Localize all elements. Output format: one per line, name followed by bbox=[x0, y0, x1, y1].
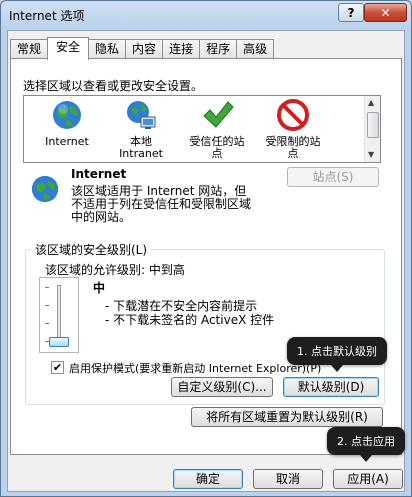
zone-label: 本地 Intranet bbox=[119, 135, 163, 160]
no-entry-icon bbox=[276, 98, 310, 132]
slider-tick bbox=[45, 287, 49, 288]
tab-strip: 常规 安全 隐私 内容 连接 程序 高级 bbox=[10, 37, 275, 60]
sites-button[interactable]: 站点(S) bbox=[287, 167, 379, 187]
annotation-step2: 2. 点击应用 bbox=[327, 427, 405, 462]
slider-tick bbox=[45, 305, 49, 306]
zone-restricted-sites[interactable]: 受限制的站 点 bbox=[252, 98, 334, 160]
close-button[interactable]: ✕ bbox=[364, 3, 407, 22]
checkmark-icon bbox=[200, 98, 234, 132]
tab-security[interactable]: 安全 bbox=[47, 37, 90, 60]
protected-mode-label: 启用保护模式(要求重新启动 Internet Explorer)(P) bbox=[69, 362, 322, 375]
ok-button[interactable]: 确定 bbox=[173, 469, 243, 489]
scroll-up-icon[interactable]: ▲ bbox=[368, 98, 374, 107]
slider-tick bbox=[45, 323, 49, 324]
tab-privacy[interactable]: 隐私 bbox=[88, 39, 127, 59]
annotation-step1: 1. 点击默认级别 bbox=[287, 337, 387, 372]
security-level-title: 该区域的安全级别(L) bbox=[31, 241, 152, 258]
allowed-levels-label: 该区域的允许级别: 中到高 bbox=[45, 263, 185, 277]
zone-list[interactable]: Internet 本地 Intranet 受信任的站 点 受限制的站 点 ▲ ▼ bbox=[23, 95, 381, 163]
intranet-globe-icon bbox=[124, 98, 158, 132]
level-name: 中 bbox=[93, 281, 106, 295]
selected-zone-globe-icon bbox=[29, 173, 61, 205]
security-level-slider-thumb[interactable] bbox=[49, 337, 69, 347]
zone-prompt: 选择区域以查看或更改安全设置。 bbox=[23, 79, 204, 93]
level-point: - 不下载未签名的 ActiveX 控件 bbox=[105, 313, 275, 327]
zone-label: 受信任的站 点 bbox=[189, 135, 245, 160]
reset-all-zones-button[interactable]: 将所有区域重置为默认级别(R) bbox=[191, 407, 383, 427]
tab-advanced[interactable]: 高级 bbox=[236, 39, 275, 59]
tab-content[interactable]: 内容 bbox=[125, 39, 164, 59]
protected-mode-checkbox[interactable]: ✔ bbox=[51, 361, 64, 374]
zone-description: 该区域适用于 Internet 网站，但 不适用于列在受信任和受限制区域 中的网… bbox=[71, 184, 252, 224]
zone-list-scrollbar[interactable]: ▲ ▼ bbox=[364, 96, 380, 162]
title-bar[interactable]: Internet 选项 ? ✕ bbox=[1, 1, 411, 29]
cancel-button[interactable]: 取消 bbox=[253, 469, 323, 489]
tab-programs[interactable]: 程序 bbox=[199, 39, 238, 59]
default-level-button[interactable]: 默认级别(D) bbox=[283, 377, 379, 397]
internet-options-window: Internet 选项 ? ✕ 常规 安全 隐私 内容 连接 程序 高级 选择区… bbox=[0, 0, 412, 497]
apply-button[interactable]: 应用(A) bbox=[333, 469, 403, 489]
globe-icon bbox=[50, 98, 84, 132]
zone-label: 受限制的站 点 bbox=[265, 135, 321, 160]
scroll-down-icon[interactable]: ▼ bbox=[368, 150, 374, 159]
tab-connections[interactable]: 连接 bbox=[162, 39, 201, 59]
zone-label: Internet bbox=[45, 135, 89, 148]
window-title: Internet 选项 bbox=[9, 9, 85, 23]
zone-internet[interactable]: Internet bbox=[26, 98, 108, 148]
help-button[interactable]: ? bbox=[338, 3, 364, 22]
scroll-thumb[interactable] bbox=[367, 112, 379, 138]
custom-level-button[interactable]: 自定义级别(C)... bbox=[171, 377, 273, 397]
zone-trusted-sites[interactable]: 受信任的站 点 bbox=[176, 98, 258, 160]
tab-general[interactable]: 常规 bbox=[10, 39, 49, 59]
security-level-slider-track[interactable] bbox=[57, 285, 61, 345]
selected-zone-name: Internet bbox=[71, 167, 127, 181]
zone-local-intranet[interactable]: 本地 Intranet bbox=[100, 98, 182, 160]
